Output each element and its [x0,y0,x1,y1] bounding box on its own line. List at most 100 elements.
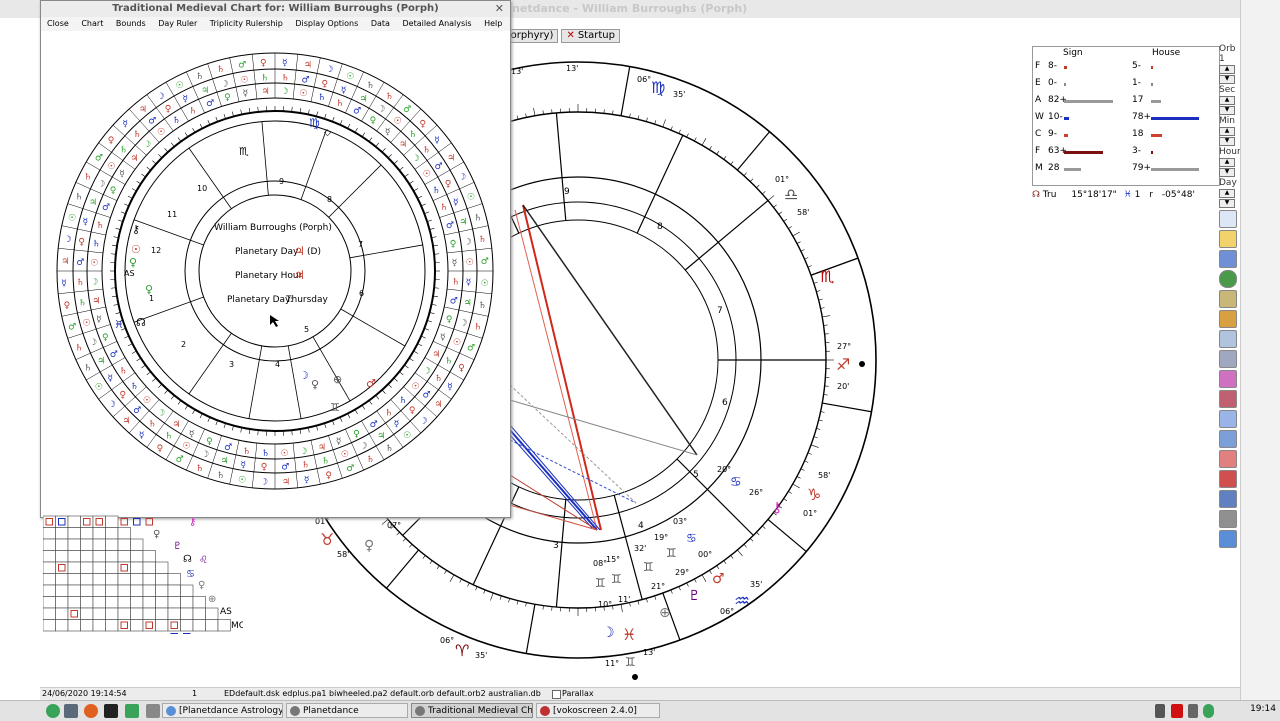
gear-icon[interactable] [1219,430,1237,448]
menu-day-ruler[interactable]: Day Ruler [158,19,197,28]
svg-text:♊: ♊ [595,576,606,590]
element-letter: W [1035,112,1044,122]
sign-bar [1064,168,1081,171]
task-vokoscreen[interactable]: [vokoscreen 2.4.0] [536,703,660,718]
element-letter: E [1035,78,1041,88]
close-icon[interactable]: ✕ [566,30,574,41]
svg-text:⚷: ⚷ [132,223,140,236]
menu-bounds[interactable]: Bounds [116,19,146,28]
orb-up-button[interactable]: ▲ [1219,65,1235,74]
task-planetdance-astrology[interactable]: [Planetdance Astrology Soft... [162,703,283,718]
desktop-icon[interactable] [64,704,78,718]
svg-text:♋: ♋ [686,531,697,545]
min-down-button[interactable]: ▼ [1219,137,1235,146]
globe-icon[interactable] [1219,270,1237,288]
edit-icon[interactable] [1219,310,1237,328]
save-icon[interactable] [1219,250,1237,268]
svg-text:♄: ♄ [189,107,197,117]
svg-text:♀: ♀ [224,93,231,103]
transit-icon[interactable] [1219,390,1237,408]
aspects-icon[interactable] [1219,370,1237,388]
record-icon[interactable] [1171,704,1183,718]
svg-text:♀: ♀ [419,120,426,130]
svg-text:♌: ♌ [199,555,208,566]
sec-up-button[interactable]: ▲ [1219,96,1235,105]
sign-value: 8- [1048,61,1057,71]
svg-text:♂: ♂ [403,105,411,115]
planets-icon[interactable] [1219,470,1237,488]
svg-text:58': 58' [818,471,830,480]
orb-down-button[interactable]: ▼ [1219,75,1235,84]
sec-down-button[interactable]: ▼ [1219,106,1235,115]
window-icon[interactable] [146,704,160,718]
line-icon[interactable] [1219,490,1237,508]
svg-text:☿: ☿ [282,58,288,68]
svg-text:♀: ♀ [311,378,319,391]
close-icon[interactable]: ✕ [495,2,504,15]
svg-text:♄: ♄ [474,214,482,224]
menu-display-options[interactable]: Display Options [295,19,358,28]
svg-text:3: 3 [553,541,559,551]
help-icon[interactable] [1219,530,1237,548]
svg-text:⊕: ⊕ [659,605,671,621]
svg-text:⊕: ⊕ [333,373,342,386]
terminal-icon[interactable] [104,704,118,718]
sign-bar [1064,134,1068,137]
task-planetdance[interactable]: Planetdance [286,703,408,718]
svg-text:♄: ♄ [243,447,251,457]
hour-up-button[interactable]: ▲ [1219,158,1235,167]
new-chart-icon[interactable] [1219,210,1237,228]
svg-text:11: 11 [167,210,177,219]
sign-house-table: Sign House F8-5-E0-1-A82+17W10-78+C9-18F… [1032,46,1220,186]
menu-help[interactable]: Help [484,19,502,28]
hour-down-button[interactable]: ▼ [1219,168,1235,177]
menu-close[interactable]: Close [47,19,69,28]
start-menu-icon[interactable] [46,704,60,718]
open-folder-icon[interactable] [1219,230,1237,248]
print-icon[interactable] [1219,510,1237,528]
house-bar [1151,134,1162,137]
svg-text:♃: ♃ [123,416,131,426]
svg-text:♓: ♓ [114,318,124,331]
network-icon[interactable] [1155,704,1165,718]
atlas-icon[interactable] [1219,290,1237,308]
menu-triplicity[interactable]: Triplicity Rulership [210,19,283,28]
grid-icon[interactable] [1219,350,1237,368]
min-up-button[interactable]: ▲ [1219,127,1235,136]
svg-text:20': 20' [837,382,849,391]
svg-text:☉: ☉ [83,318,91,328]
svg-text:☉: ☉ [131,243,141,256]
menu-detailed-analysis[interactable]: Detailed Analysis [402,19,471,28]
svg-text:♀: ♀ [102,333,109,343]
menu-chart[interactable]: Chart [81,19,103,28]
files-icon[interactable] [125,704,139,718]
element-letter: M [1035,163,1043,173]
task-medieval-chart[interactable]: Traditional Medieval Chart f... [411,703,533,718]
update-icon[interactable] [1203,704,1214,718]
day-up-button[interactable]: ▲ [1219,189,1235,198]
settings-icon[interactable] [1219,410,1237,428]
hour-label: Hour [1219,147,1239,157]
svg-text:⚷: ⚷ [189,517,196,528]
parallax-checkbox[interactable] [552,690,561,699]
svg-text:☿: ☿ [336,437,342,447]
svg-text:☉: ☉ [467,193,475,203]
svg-text:♃: ♃ [172,420,180,430]
firefox-icon[interactable] [84,704,98,718]
dots-icon[interactable] [1219,450,1237,468]
tab-startup[interactable]: ✕Startup [561,29,620,43]
svg-text:☿: ☿ [96,315,102,325]
day-label: Day [1219,178,1239,188]
list-icon[interactable] [1219,330,1237,348]
volume-icon[interactable] [1188,704,1198,718]
svg-text:☉: ☉ [423,169,431,179]
sign-header: Sign [1063,48,1083,58]
svg-text:06°: 06° [440,636,454,645]
house-value: 5- [1132,61,1141,71]
menu-data[interactable]: Data [371,19,390,28]
day-down-button[interactable]: ▼ [1219,199,1235,208]
svg-text:☉: ☉ [280,449,288,459]
svg-text:♀: ♀ [325,471,332,481]
svg-text:35': 35' [673,90,685,99]
svg-text:⚷: ⚷ [772,500,782,516]
